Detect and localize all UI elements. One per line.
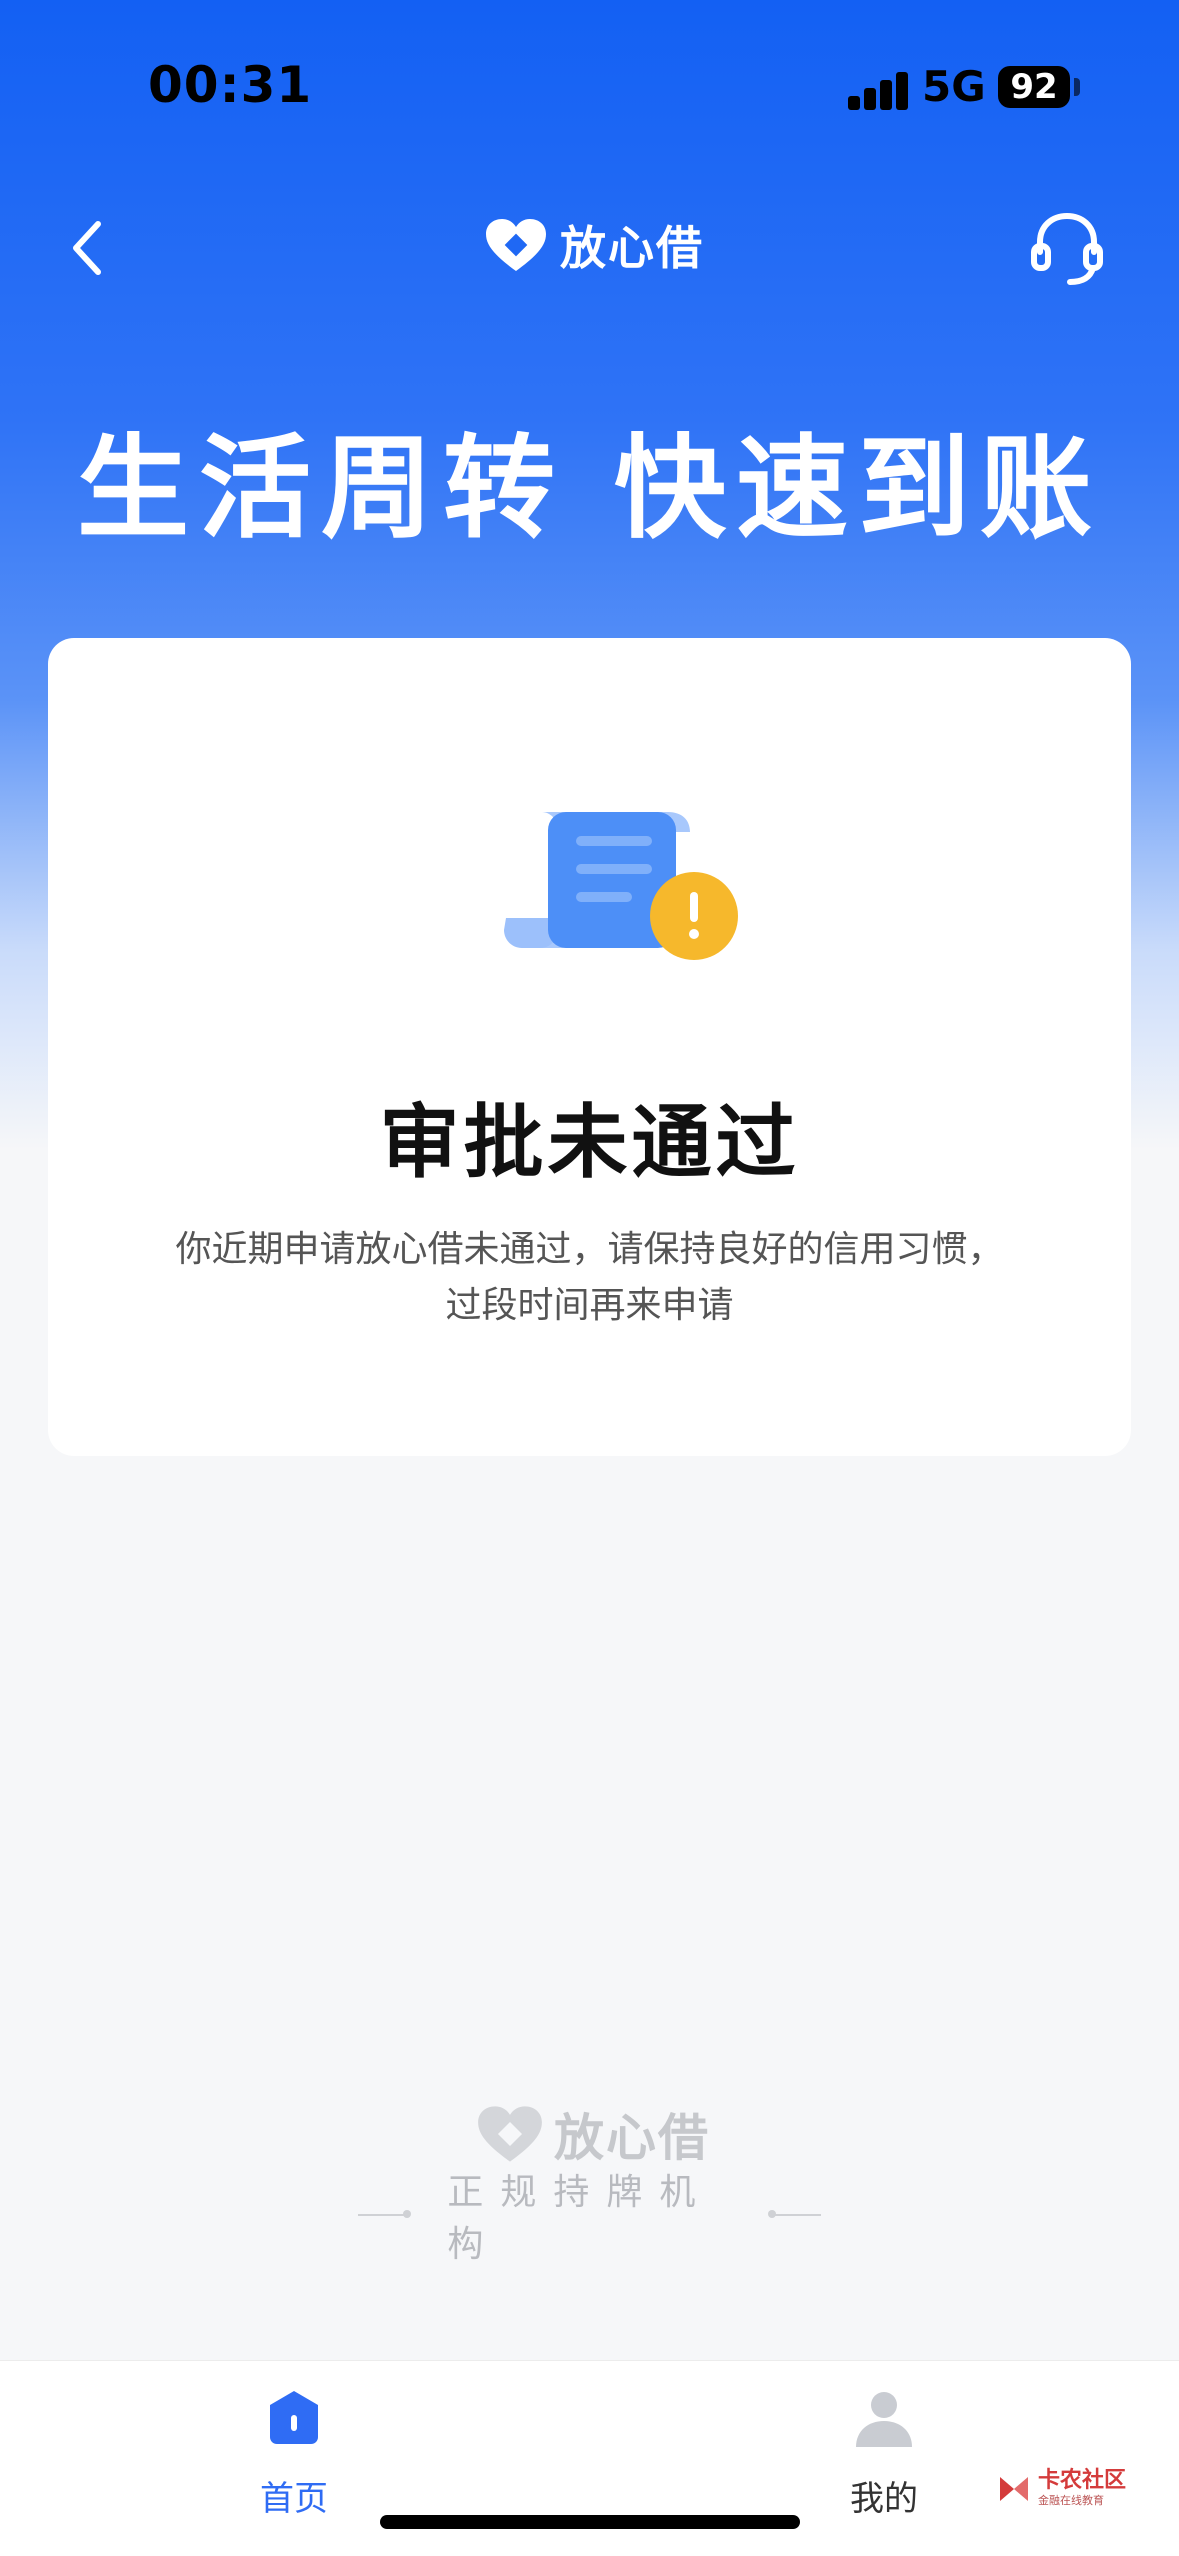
- divider-left: [358, 2210, 412, 2218]
- battery-icon: 92: [998, 66, 1070, 108]
- result-description-line2: 过段时间再来申请: [445, 1285, 734, 1326]
- network-type: 5G: [922, 62, 986, 111]
- license-text: 正规持牌机构: [447, 2172, 713, 2265]
- brand-name: 放心借: [560, 221, 704, 275]
- divider-right: [767, 2210, 821, 2218]
- footer-brand-name: 放心借: [554, 2109, 710, 2167]
- watermark-text: 卡农社区: [1038, 2468, 1127, 2493]
- tab-home-label: 首页: [260, 2479, 328, 2519]
- heart-logo-icon: [486, 219, 546, 271]
- top-nav: 放心借: [0, 190, 1179, 300]
- battery-tip: [1074, 78, 1080, 96]
- home-icon: [270, 2391, 318, 2444]
- result-description: 你近期申请放心借未通过，请保持良好的信用习惯， 过段时间再来申请: [138, 1222, 1041, 1334]
- back-button[interactable]: [62, 206, 142, 286]
- result-description-line1: 你近期申请放心借未通过，请保持良好的信用习惯，: [175, 1229, 1004, 1270]
- watermark-subtext: 金融在线教育: [1038, 2494, 1104, 2507]
- tab-bar: 首页 我的: [0, 2360, 1179, 2556]
- tab-mine[interactable]: 我的: [804, 2387, 964, 2527]
- watermark-logo-icon: [1000, 2477, 1028, 2501]
- status-bar: 00:31 5G 92: [0, 0, 1179, 170]
- heart-logo-icon: [478, 2106, 542, 2162]
- status-time: 00:31: [148, 56, 313, 114]
- tab-mine-label: 我的: [850, 2479, 918, 2519]
- user-icon: [856, 2392, 912, 2447]
- headset-icon: [1031, 212, 1103, 285]
- hero-title: 生活周转 快速到账: [77, 424, 1102, 554]
- tab-home[interactable]: 首页: [214, 2387, 374, 2527]
- chevron-left-icon: [73, 221, 101, 275]
- home-indicator: [380, 2515, 800, 2529]
- signal-icon: [848, 68, 924, 110]
- footer-brand: 放心借: [476, 2098, 710, 2170]
- brand-logo: 放心借: [484, 212, 704, 278]
- customer-service-button[interactable]: [1024, 204, 1110, 290]
- document-warning-icon: [504, 812, 738, 960]
- result-title: 审批未通过: [379, 1096, 800, 1189]
- watermark: 卡农社区 金融在线教育: [996, 2470, 1126, 2508]
- license-note: 正规持牌机构: [358, 2172, 821, 2265]
- result-card: 审批未通过 你近期申请放心借未通过，请保持良好的信用习惯， 过段时间再来申请: [48, 638, 1131, 1456]
